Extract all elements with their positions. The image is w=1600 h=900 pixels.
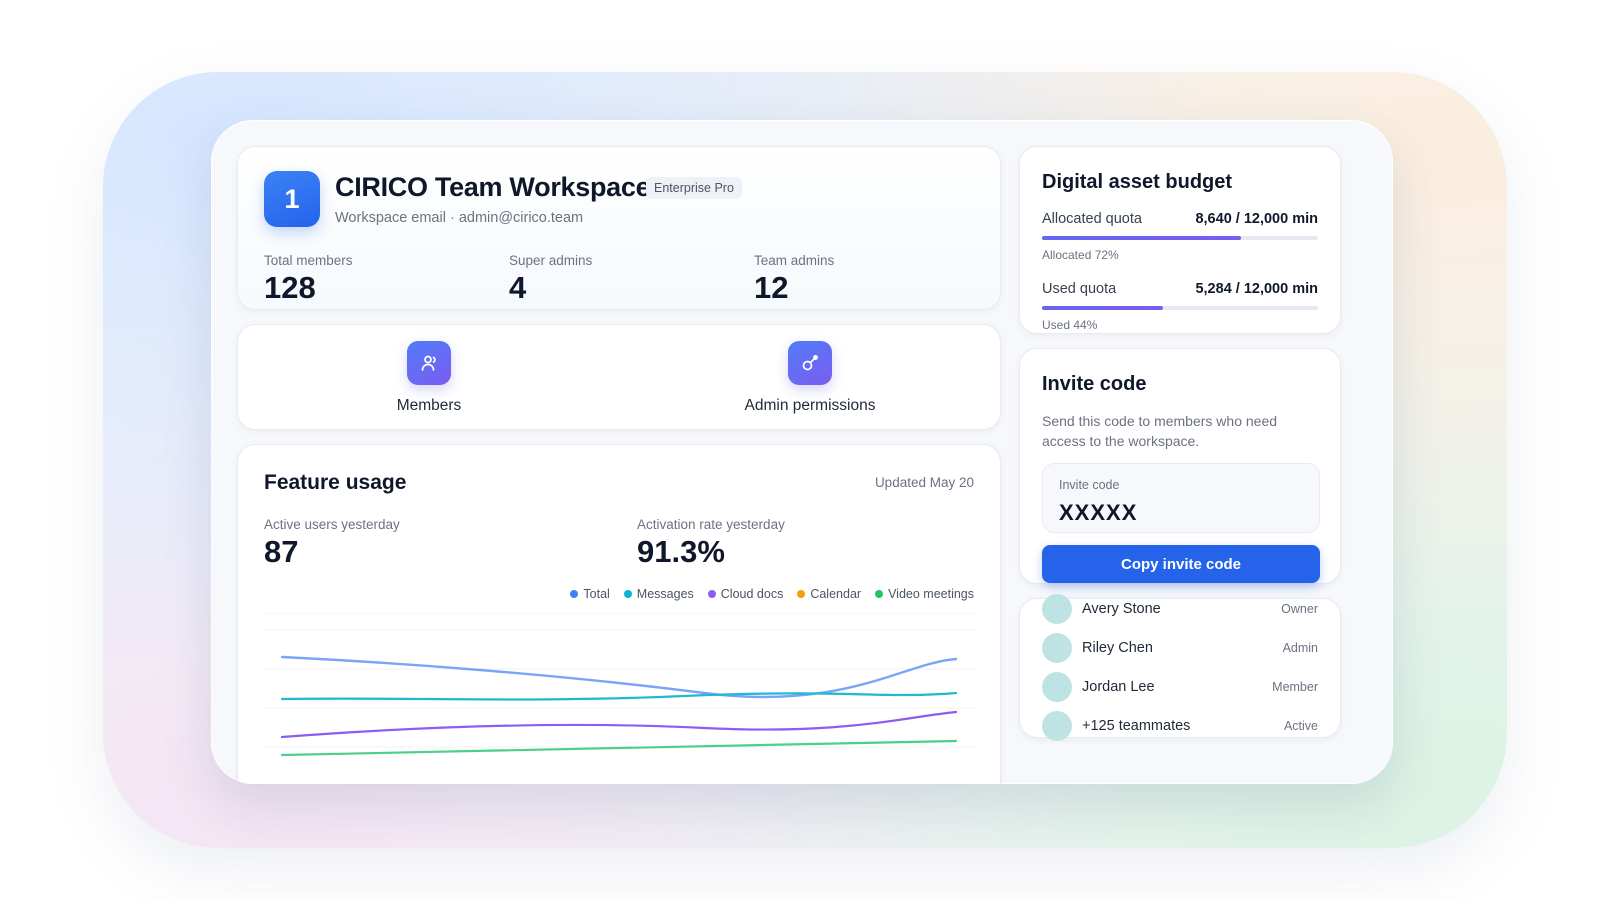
member-role: Active [1283,719,1318,733]
invite-title: Invite code [1042,373,1147,395]
allocated-quota-bar [1042,236,1318,240]
invite-description: Send this code to members who need acces… [1042,413,1278,449]
member-name: Jordan Lee [1082,679,1155,695]
list-item[interactable]: +125 teammates Active [1042,710,1318,742]
used-quota-bar [1042,306,1318,310]
legend-dot [623,590,632,598]
members-icon [407,341,451,385]
stat-active-users: Active users yesterday 87 [264,517,400,570]
legend-label: Calendar [810,587,862,601]
legend-item-total[interactable]: Total [570,587,610,601]
workspace-name: CIRICO Team Workspace [335,172,651,202]
series-line-cloud-docs [280,710,958,739]
allocated-quota-bar-fill [1042,236,1241,240]
stat-label: Super admins [509,253,593,268]
stat-value: 87 [264,534,299,569]
usage-line-chart [264,613,976,757]
updated-date: Updated May 20 [874,475,974,490]
stat-value: 128 [264,270,316,305]
invite-code-value: XXXXX [1059,500,1138,525]
stat-team-admins: Team admins 12 [754,253,834,306]
avatar [1042,711,1072,741]
stat-label: Team admins [754,253,835,268]
series-line-messages [280,691,958,701]
allocated-quota-caption: Allocated 72% [1042,248,1119,262]
feature-usage-card: Feature usage Updated May 20 Active user… [237,444,1001,784]
member-role: Admin [1282,641,1318,655]
member-name: Riley Chen [1082,640,1153,656]
stat-label: Activation rate yesterday [637,517,785,532]
legend-item-messages[interactable]: Messages [623,587,694,601]
legend-item-calendar[interactable]: Calendar [797,587,861,601]
stat-value: 91.3% [637,534,725,569]
admin-key-icon [788,341,832,385]
workspace-email: Workspace email · admin@cirico.team [335,210,584,226]
legend-label: Messages [636,587,694,601]
list-item[interactable]: Jordan Lee Member [1042,671,1318,703]
chart-legend: Total Messages Cloud docs Calendar Video… [570,587,974,601]
series-line-total [280,655,958,699]
legend-label: Video meetings [888,587,974,601]
list-item[interactable]: Riley Chen Admin [1042,632,1318,664]
series-line-video-meetings [280,739,958,757]
invite-code-box[interactable]: Invite code XXXXX [1042,463,1320,533]
used-quota-caption: Used 44% [1042,318,1098,332]
legend-dot [707,590,716,598]
quick-actions-card: Members Admin permissions [237,324,1001,430]
copy-invite-code-button[interactable]: Copy invite code [1042,545,1320,583]
legend-label: Total [583,587,610,601]
member-name: Avery Stone [1082,601,1161,617]
admin-permissions-action-label: Admin permissions [744,397,876,414]
stat-label: Total members [264,253,353,268]
legend-item-video-meetings[interactable]: Video meetings [875,587,974,601]
admin-permissions-action-button[interactable]: Admin permissions [710,341,910,415]
legend-label: Cloud docs [720,587,784,601]
allocated-quota-value: 8,640 / 12,000 min [1195,211,1318,227]
stat-value: 12 [754,270,789,305]
list-item[interactable]: Avery Stone Owner [1042,593,1318,625]
member-name: +125 teammates [1082,718,1191,734]
avatar [1042,672,1072,702]
legend-dot [570,590,579,598]
legend-dot [797,590,806,598]
dashboard-window: 1 CIRICO Team Workspace Enterprise Pro W… [211,120,1393,784]
used-quota-value: 5,284 / 12,000 min [1195,281,1318,297]
stat-label: Active users yesterday [264,517,400,532]
member-list-card: Avery Stone Owner Riley Chen Admin Jorda… [1019,594,1341,741]
used-quota-row: Used quota 5,284 / 12,000 min [1042,281,1318,297]
stat-super-admins: Super admins 4 [509,253,592,306]
stat-total-members: Total members 128 [264,253,353,306]
used-quota-label: Used quota [1042,281,1117,297]
member-role: Owner [1281,602,1318,616]
avatar [1042,633,1072,663]
workspace-summary-card: 1 CIRICO Team Workspace Enterprise Pro W… [237,146,1001,310]
allocated-quota-row: Allocated quota 8,640 / 12,000 min [1042,211,1318,227]
avatar [1042,594,1072,624]
used-quota-bar-fill [1042,306,1164,310]
plan-badge: Enterprise Pro [646,177,742,199]
stat-value: 4 [509,270,527,305]
member-role: Member [1272,680,1318,694]
members-action-label: Members [396,397,462,414]
legend-dot [875,590,884,598]
legend-item-cloud-docs[interactable]: Cloud docs [707,587,784,601]
budget-title: Digital asset budget [1042,171,1233,193]
invite-code-label: Invite code [1059,478,1120,492]
stat-activation-rate: Activation rate yesterday 91.3% [637,517,785,570]
allocated-quota-label: Allocated quota [1042,211,1142,227]
invite-code-card: Invite code Send this code to members wh… [1019,348,1341,584]
feature-usage-title: Feature usage [264,471,407,494]
members-action-button[interactable]: Members [329,341,529,415]
digital-asset-budget-card: Digital asset budget Allocated quota 8,6… [1019,146,1341,334]
workspace-logo: 1 [264,171,320,227]
